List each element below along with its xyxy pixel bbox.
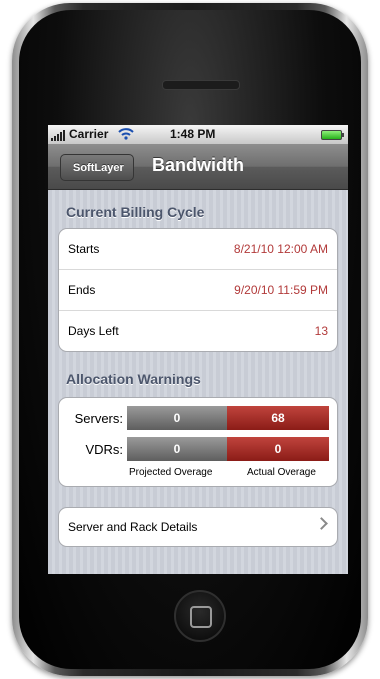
wifi-icon [118,128,134,140]
screen: Carrier 1:48 PM SoftLayer Bandwidth Curr… [48,125,348,574]
row-value: 8/21/10 12:00 AM [233,242,328,256]
legend-actual: Actual Overage [247,467,316,478]
billing-row-days-left: Days Left 13 [59,311,337,351]
billing-group: Starts 8/21/10 12:00 AM Ends 9/20/10 11:… [58,228,338,352]
home-button[interactable] [174,590,226,642]
row-value: 13 [314,324,328,338]
carrier-name: Carrier [69,127,109,141]
row-value: 9/20/10 11:59 PM [234,283,328,297]
warning-label: VDRs: [85,442,123,457]
billing-row-starts: Starts 8/21/10 12:00 AM [59,229,337,270]
billing-section-header: Current Billing Cycle [66,204,205,220]
status-time: 1:48 PM [170,127,216,141]
projected-overage-bar: 0 [127,437,227,461]
battery-icon [321,130,344,140]
actual-overage-bar: 0 [227,437,329,461]
legend-projected: Projected Overage [129,467,213,478]
details-group: Server and Rack Details [58,507,338,547]
status-bar: Carrier 1:48 PM [48,125,348,144]
signal-strength-icon [51,130,65,141]
navigation-bar: SoftLayer Bandwidth [48,144,348,190]
row-label: Ends [68,283,96,297]
row-label: Starts [68,242,100,256]
row-label: Days Left [68,324,119,338]
warning-row-servers: Servers: 0 68 [59,406,337,430]
earpiece-speaker [162,80,240,90]
warnings-section-header: Allocation Warnings [66,371,201,387]
page-title: Bandwidth [152,155,244,175]
billing-row-ends: Ends 9/20/10 11:59 PM [59,270,337,311]
row-label: Server and Rack Details [68,520,198,534]
back-button[interactable]: SoftLayer [60,154,134,181]
server-rack-details-row[interactable]: Server and Rack Details [59,508,337,546]
warning-row-vdrs: VDRs: 0 0 [59,437,337,461]
projected-overage-bar: 0 [127,406,227,430]
home-square-icon [190,606,212,628]
warnings-group: Servers: 0 68 VDRs: 0 0 Projected Overag… [58,397,338,487]
back-button-label: SoftLayer [73,161,124,174]
actual-overage-bar: 68 [227,406,329,430]
warning-label: Servers: [74,411,123,426]
